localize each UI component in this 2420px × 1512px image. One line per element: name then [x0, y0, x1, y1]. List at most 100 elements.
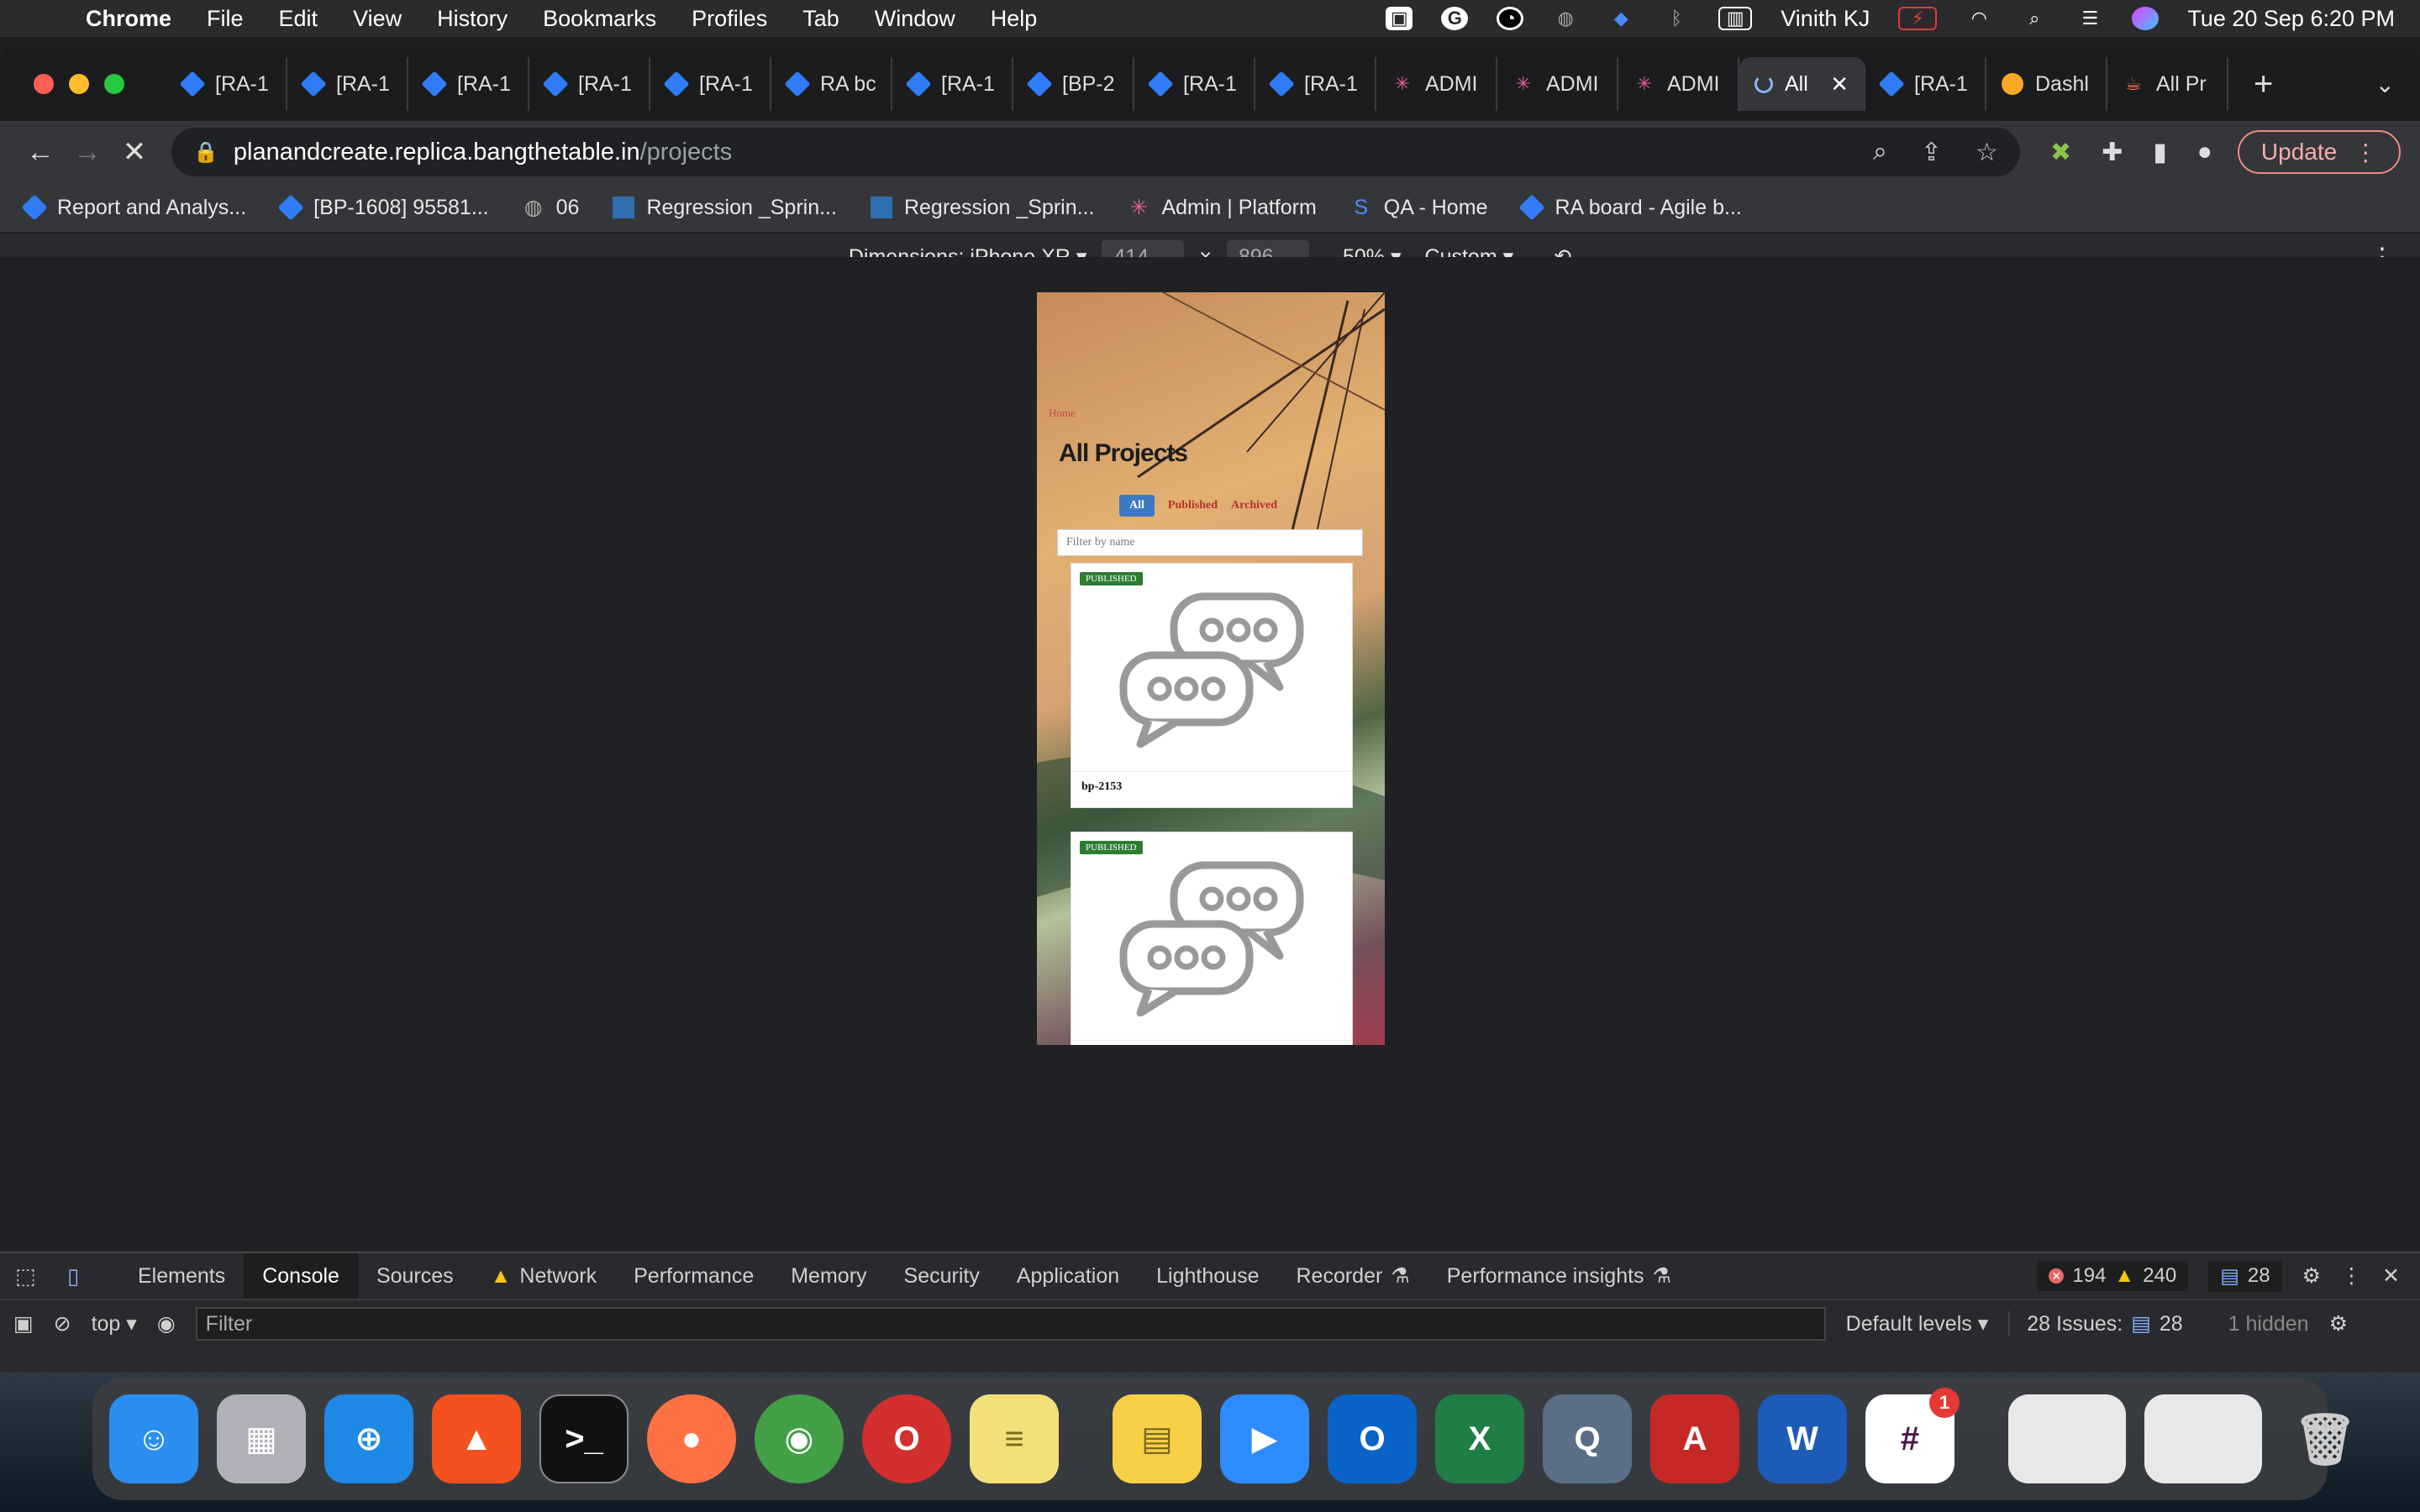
dock-stickies-icon[interactable]: ≡	[970, 1394, 1059, 1483]
devtools-tab-elements[interactable]: Elements	[119, 1253, 244, 1299]
dock-chrome-icon[interactable]: ◉	[755, 1394, 844, 1483]
project-name[interactable]: bp-2153	[1071, 772, 1352, 807]
tab-17[interactable]: ☕ All Pr	[2107, 57, 2228, 111]
globe-status-icon[interactable]: ◍	[1552, 7, 1579, 30]
devtools-tab-console[interactable]: Console	[244, 1253, 358, 1299]
tab-5[interactable]: [RA-1	[650, 57, 771, 111]
filter-published-link[interactable]: Published	[1168, 499, 1218, 512]
devtools-tab-network[interactable]: ▲ Network	[472, 1253, 615, 1299]
tab-8[interactable]: [BP-2	[1013, 57, 1134, 111]
dock-finder-icon[interactable]: ☺	[109, 1394, 198, 1483]
devtools-tab-performance[interactable]: Performance	[615, 1253, 772, 1299]
close-window-button[interactable]	[34, 74, 54, 94]
bookmark-4[interactable]: Regression _Sprin...	[613, 196, 837, 220]
bookmark-6[interactable]: ✳ Admin | Platform	[1128, 196, 1317, 220]
issues-button[interactable]: 28 Issues: ▤ 28	[2008, 1311, 2183, 1336]
close-tab-icon[interactable]: ✕	[1830, 71, 1849, 97]
chrome-menu-icon[interactable]: ⋮	[2354, 139, 2377, 166]
tab-11[interactable]: ✳ ADMI	[1376, 57, 1497, 111]
zoom-icon[interactable]: ⌕	[1873, 138, 1887, 167]
tab-13[interactable]: ✳ ADMI	[1618, 57, 1739, 111]
menu-view[interactable]: View	[353, 6, 402, 32]
tab-12[interactable]: ✳ ADMI	[1497, 57, 1618, 111]
bookmark-7[interactable]: S QA - Home	[1350, 196, 1487, 220]
dock-outlook-icon[interactable]: O	[1328, 1394, 1417, 1483]
battery-icon[interactable]: ⚡	[1898, 7, 1938, 30]
tab-16[interactable]: Dashl	[1986, 57, 2107, 111]
device-toggle-icon[interactable]: ▯	[67, 1263, 101, 1289]
dock-excel-icon[interactable]: X	[1435, 1394, 1524, 1483]
project-card[interactable]: PUBLISHED	[1071, 832, 1353, 1045]
devtools-tab-recorder[interactable]: Recorder ⚗	[1277, 1253, 1428, 1299]
live-expression-eye-icon[interactable]: ◉	[157, 1311, 176, 1336]
vpn-icon[interactable]: ◆	[1607, 7, 1634, 30]
minimize-window-button[interactable]	[69, 74, 89, 94]
clock-app-icon[interactable]: ◔	[1497, 7, 1524, 30]
bookmark-8[interactable]: RA board - Agile b...	[1518, 194, 1742, 221]
console-filter-input[interactable]: Filter	[195, 1307, 1826, 1341]
bookmark-3[interactable]: ◍ 06	[523, 196, 580, 220]
screen-record-icon[interactable]: ▣	[1386, 7, 1413, 30]
bookmark-5[interactable]: Regression _Sprin...	[870, 196, 1094, 220]
menu-edit[interactable]: Edit	[279, 6, 318, 32]
menu-window[interactable]: Window	[875, 6, 955, 32]
menu-tab[interactable]: Tab	[802, 6, 839, 32]
stop-loading-button[interactable]: ✕	[111, 135, 158, 169]
user-name[interactable]: Vinith KJ	[1781, 6, 1870, 32]
context-select[interactable]: top ▾	[92, 1311, 137, 1336]
menubar-datetime[interactable]: Tue 20 Sep 6:20 PM	[2187, 6, 2395, 32]
devtools-tab-application[interactable]: Application	[998, 1253, 1138, 1299]
dock-launchpad-icon[interactable]: ▦	[217, 1394, 306, 1483]
dock-slack-icon[interactable]: #1	[1865, 1388, 1960, 1483]
tab-1[interactable]: [RA-1	[166, 57, 287, 111]
lock-icon[interactable]: 🔒	[193, 140, 218, 165]
tab-9[interactable]: [RA-1	[1134, 57, 1255, 111]
filter-by-name-input[interactable]: Filter by name	[1057, 529, 1363, 556]
spotlight-search-icon[interactable]: ⌕	[2021, 7, 2048, 30]
bookmark-1[interactable]: Report and Analys...	[21, 194, 246, 221]
tab-7[interactable]: [RA-1	[892, 57, 1013, 111]
update-button[interactable]: Update ⋮	[2237, 130, 2402, 174]
dock-quicktime-icon[interactable]: Q	[1543, 1394, 1632, 1483]
menu-file[interactable]: File	[207, 6, 244, 32]
new-tab-button[interactable]: +	[2254, 66, 2273, 103]
clear-console-icon[interactable]: ⊘	[54, 1311, 71, 1336]
tab-14-active[interactable]: All ✕	[1739, 57, 1865, 111]
devtools-close-icon[interactable]: ✕	[2382, 1263, 2400, 1289]
tab-4[interactable]: [RA-1	[529, 57, 650, 111]
devtools-tab-sources[interactable]: Sources	[358, 1253, 472, 1299]
bluetooth-icon[interactable]: ᛒ	[1663, 7, 1690, 30]
project-name[interactable]	[1071, 1041, 1352, 1045]
dock-zoom-icon[interactable]: ▶	[1220, 1394, 1309, 1483]
dock-window-preview[interactable]	[2144, 1394, 2262, 1483]
dock-opera-icon[interactable]: O	[862, 1394, 951, 1483]
extension-tool-icon[interactable]: ✖	[2050, 138, 2071, 167]
tab-search-chevron-icon[interactable]: ⌄	[2375, 71, 2395, 98]
keyboard-icon[interactable]: ▥	[1718, 7, 1753, 30]
devtools-tab-security[interactable]: Security	[886, 1253, 998, 1299]
issues-counter[interactable]: ▤ 28	[2208, 1260, 2282, 1292]
siri-icon[interactable]	[2132, 7, 2160, 30]
share-icon[interactable]: ⇪	[1921, 138, 1942, 167]
breadcrumb-home[interactable]: Home	[1049, 407, 1076, 420]
dock-acrobat-icon[interactable]: A	[1650, 1394, 1739, 1483]
tab-2[interactable]: [RA-1	[287, 57, 408, 111]
devtools-settings-gear-icon[interactable]: ⚙	[2302, 1263, 2321, 1289]
log-levels-select[interactable]: Default levels ▾	[1846, 1311, 1989, 1336]
side-panel-icon[interactable]: ▮	[2153, 138, 2167, 167]
bookmark-2[interactable]: [BP-1608] 95581...	[277, 194, 489, 221]
dock-terminal-icon[interactable]: >_	[539, 1394, 629, 1483]
tab-3[interactable]: [RA-1	[408, 57, 529, 111]
dock-word-icon[interactable]: W	[1758, 1394, 1847, 1483]
console-settings-gear-icon[interactable]: ⚙	[2329, 1311, 2348, 1336]
console-counters[interactable]: ✕ 194 ▲ 240	[2037, 1261, 2189, 1291]
filter-all-button[interactable]: All	[1119, 495, 1155, 517]
project-card[interactable]: PUBLISHED bp-2153	[1071, 563, 1353, 808]
devtools-tab-performance-insights[interactable]: Performance insights ⚗	[1428, 1253, 1690, 1299]
sidebar-toggle-icon[interactable]: ▣	[13, 1311, 34, 1336]
control-center-icon[interactable]: ☰	[2076, 7, 2103, 30]
address-bar[interactable]: 🔒 planandcreate.replica.bangthetable.in …	[171, 128, 2020, 176]
app-menu-chrome[interactable]: Chrome	[86, 6, 171, 32]
back-button[interactable]: ←	[17, 136, 64, 169]
menu-history[interactable]: History	[437, 6, 508, 32]
